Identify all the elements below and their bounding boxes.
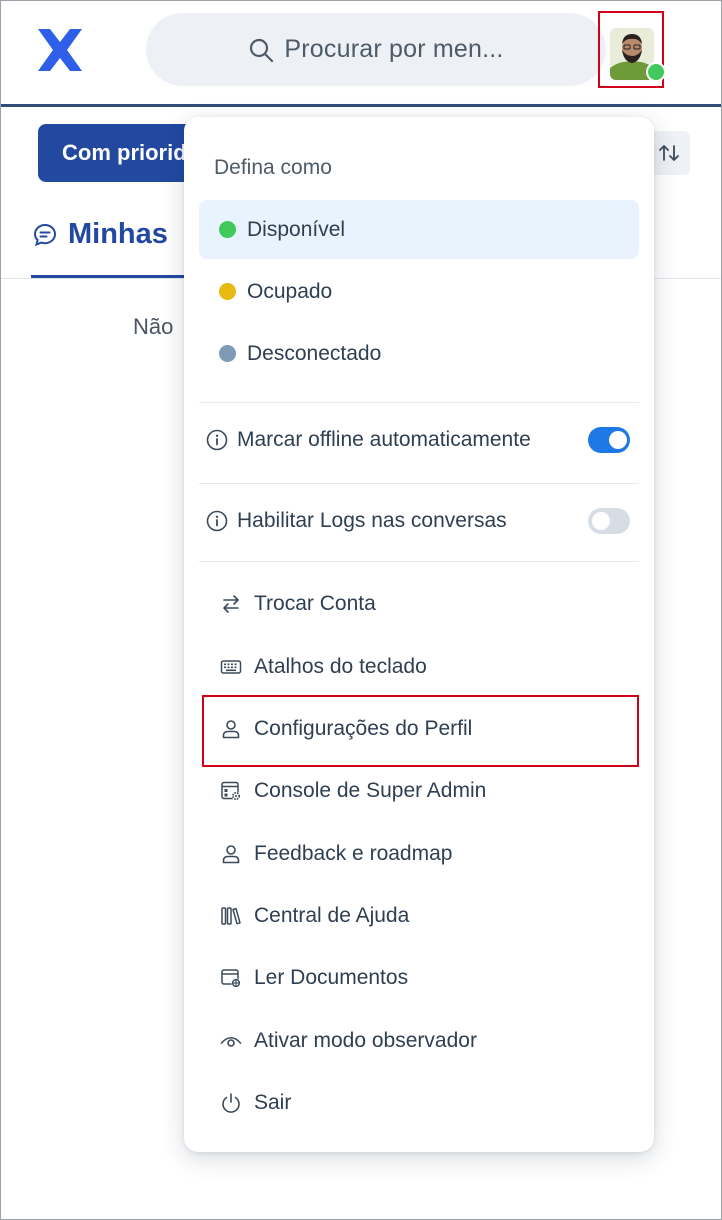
switch-arrows-icon [223, 595, 239, 613]
logo-icon[interactable] [36, 27, 84, 73]
menu-item-label: Console de Super Admin [254, 779, 487, 802]
profile-dropdown-menu: Defina como Disponível Ocupado Desconect… [184, 117, 654, 1152]
status-option-busy[interactable]: Ocupado [199, 262, 639, 321]
menu-item-switch-account[interactable]: Trocar Conta [202, 576, 636, 632]
available-status-dot [219, 221, 236, 238]
library-icon [221, 907, 241, 925]
sort-arrows-icon [659, 145, 679, 161]
toggle-knob [592, 512, 610, 530]
search-bar[interactable]: Procurar por men... [146, 13, 606, 86]
priority-filter-button[interactable]: Com priorid [38, 124, 198, 182]
auto-offline-label: Marcar offline automaticamente [237, 428, 531, 451]
menu-item-observer-mode[interactable]: Ativar modo observador [202, 1013, 636, 1069]
tab-mine[interactable]: Minhas [32, 218, 168, 251]
menu-item-read-docs[interactable]: Ler Documentos [202, 950, 636, 1006]
menu-item-keyboard-shortcuts[interactable]: Atalhos do teclado [202, 639, 636, 695]
menu-item-label: Feedback e roadmap [254, 842, 453, 865]
auto-offline-toggle[interactable] [588, 427, 630, 453]
documents-icon [221, 969, 241, 988]
status-heading: Defina como [214, 156, 332, 179]
admin-console-icon [221, 781, 241, 801]
menu-item-label: Atalhos do teclado [254, 655, 427, 678]
header-divider [0, 104, 722, 107]
priority-filter-label: Com priorid [62, 140, 187, 165]
menu-item-logout[interactable]: Sair [202, 1075, 636, 1131]
conversation-logs-toggle[interactable] [588, 508, 630, 534]
power-icon [222, 1093, 240, 1113]
menu-item-label: Configurações do Perfil [254, 717, 473, 740]
status-option-offline[interactable]: Desconectado [199, 324, 639, 383]
menu-item-label: Ler Documentos [254, 966, 409, 989]
menu-item-label: Sair [254, 1091, 292, 1114]
menu-item-label: Trocar Conta [254, 592, 376, 615]
person-icon [222, 720, 240, 739]
status-option-available[interactable]: Disponível [199, 200, 639, 259]
info-icon [206, 429, 228, 451]
menu-divider [199, 483, 639, 484]
tab-mine-label: Minhas [68, 218, 168, 250]
menu-divider [199, 402, 639, 403]
menu-item-label: Central de Ajuda [254, 904, 410, 927]
person-icon [222, 845, 240, 864]
empty-state-text: Não [133, 314, 174, 339]
chat-bubble-icon [33, 223, 57, 246]
menu-item-super-admin-console[interactable]: Console de Super Admin [202, 763, 636, 819]
menu-divider [199, 561, 639, 562]
toggle-row-auto-offline: Marcar offline automaticamente [206, 420, 630, 460]
avatar-button[interactable] [598, 11, 666, 88]
status-option-label: Ocupado [247, 279, 333, 303]
menu-item-feedback-roadmap[interactable]: Feedback e roadmap [202, 826, 636, 882]
info-icon [206, 510, 228, 532]
busy-status-dot [219, 283, 236, 300]
search-icon [250, 38, 274, 62]
online-status-dot [646, 62, 666, 82]
conversation-logs-label: Habilitar Logs nas conversas [237, 509, 507, 532]
toggle-row-conversation-logs: Habilitar Logs nas conversas [206, 501, 630, 541]
eye-icon [220, 1036, 242, 1047]
menu-item-label: Ativar modo observador [254, 1029, 477, 1052]
toggle-knob [609, 431, 627, 449]
menu-item-help-center[interactable]: Central de Ajuda [202, 888, 636, 944]
offline-status-dot [219, 345, 236, 362]
sort-button[interactable] [648, 131, 690, 175]
search-input[interactable]: Procurar por men... [284, 35, 503, 64]
status-option-label: Disponível [247, 217, 346, 241]
keyboard-icon [220, 660, 242, 674]
status-option-label: Desconectado [247, 341, 382, 365]
menu-item-profile-settings[interactable]: Configurações do Perfil [202, 701, 636, 757]
